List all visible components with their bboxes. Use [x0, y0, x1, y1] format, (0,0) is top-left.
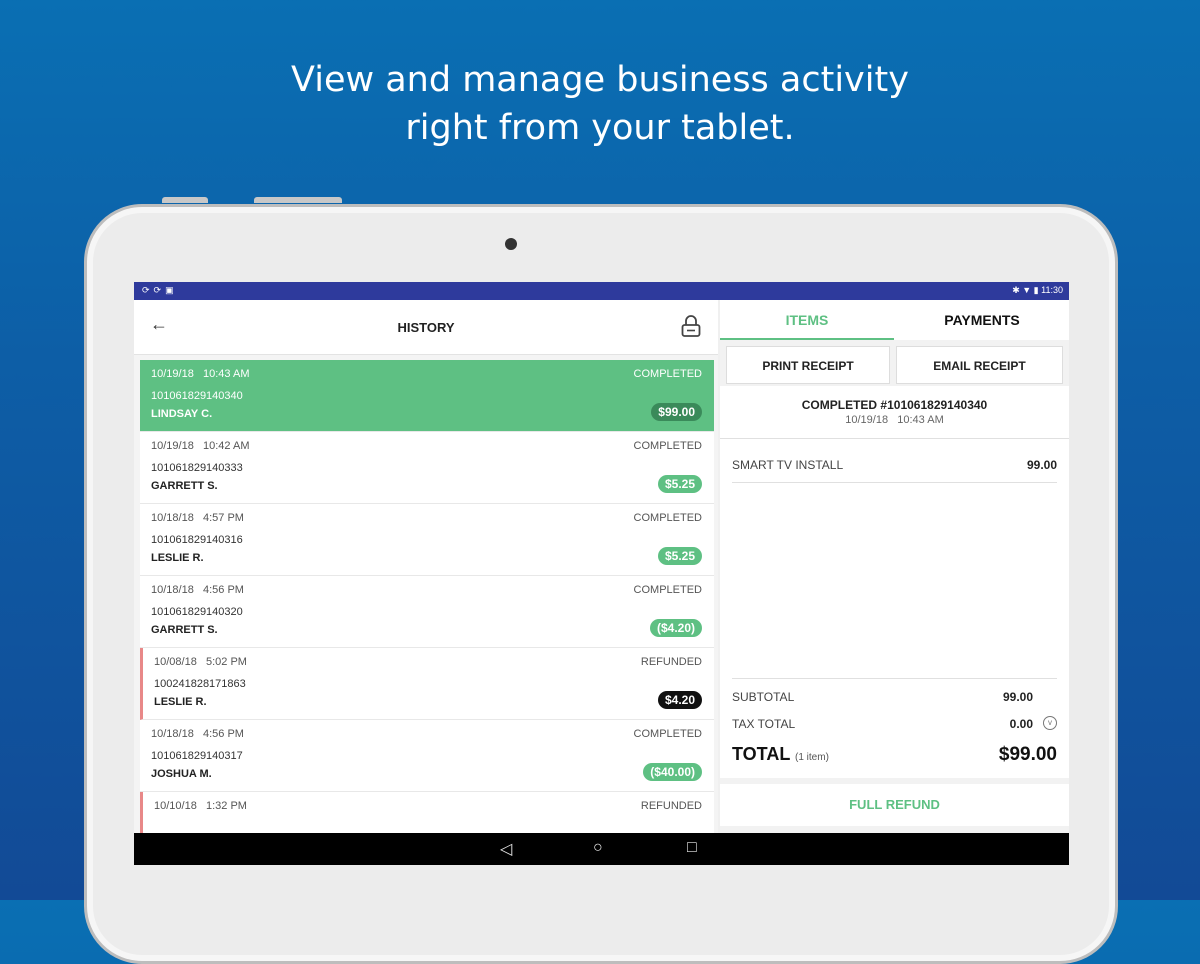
camera-icon [505, 238, 517, 250]
active-tab-indicator [720, 338, 894, 340]
full-refund-button[interactable]: FULL REFUND [720, 784, 1069, 826]
transaction-time: 10:42 AM [203, 440, 250, 452]
transaction-date: 10/10/18 [154, 800, 197, 812]
transaction-row[interactable]: 10/18/18 4:57 PM COMPLETED 101061829140316… [140, 504, 714, 576]
home-nav-icon[interactable]: ○ [593, 839, 603, 857]
transaction-time: 4:56 PM [203, 728, 244, 740]
divider [732, 482, 1057, 483]
tab-items[interactable]: ITEMS [720, 312, 894, 328]
transaction-datetime: 10/10/18 1:32 PM [154, 800, 247, 812]
transaction-status: COMPLETED [633, 368, 702, 380]
transaction-date: 10/18/18 [151, 728, 194, 740]
transaction-row[interactable]: 10/18/18 4:56 PM COMPLETED 101061829140320… [140, 576, 714, 648]
transaction-datetime: 10/19/18 10:42 AM [151, 440, 249, 452]
transaction-date: 10/19/18 [151, 440, 194, 452]
transaction-id: 101061829140316 [151, 534, 243, 546]
total-label-text: TOTAL [732, 744, 790, 764]
customer-name: LESLIE R. [154, 696, 207, 708]
transaction-status: COMPLETED [633, 440, 702, 452]
customer-name: LINDSAY C. [151, 408, 213, 420]
transaction-status: REFUNDED [640, 800, 702, 812]
transaction-time: 10:43 AM [203, 368, 250, 380]
line-item-value: 99.00 [1026, 458, 1057, 472]
amount-badge: $5.25 [657, 547, 702, 565]
transaction-status: COMPLETED [633, 728, 702, 740]
notification-icons: ⟳⟳▣ [142, 285, 178, 295]
status-icons: ✱ ▼ ▮ 11:30 [1012, 285, 1063, 295]
receipt-date: 10/19/18 10:43 AM [845, 414, 944, 426]
transaction-id: 101061829140317 [151, 750, 243, 762]
transaction-row[interactable]: 10/18/18 4:56 PM COMPLETED 101061829140317… [140, 720, 714, 792]
transaction-row[interactable]: 10/08/18 5:02 PM REFUNDED 100241828171863 L… [140, 648, 714, 720]
android-nav-bar: ◁ ○ □ [134, 833, 1069, 865]
tax-total-value: 0.00 [1009, 717, 1033, 731]
page-title: HISTORY [397, 320, 455, 335]
line-item-name: SMART TV INSTALL [732, 458, 844, 472]
transaction-datetime: 10/18/18 4:56 PM [151, 584, 244, 596]
headline: View and manage business activity right … [0, 56, 1200, 152]
divider [732, 678, 1057, 679]
transaction-detail-pane: ITEMS PAYMENTS PRINT RECEIPT EMAIL RECEI… [720, 300, 1069, 833]
amount-badge: $4.20 [657, 691, 702, 709]
history-header: ← HISTORY [134, 300, 718, 355]
chevron-down-icon[interactable]: v [1043, 716, 1057, 730]
customer-name: JOSHUA M. [151, 768, 212, 780]
amount-badge: $5.25 [657, 475, 702, 493]
transaction-id: 101061829140320 [151, 606, 243, 618]
subtotal-value: 99.00 [1002, 690, 1033, 704]
total-label: TOTAL (1 item) [732, 744, 829, 765]
transaction-time: 4:56 PM [203, 584, 244, 596]
transaction-date: 10/19/18 [151, 368, 194, 380]
power-button [254, 197, 342, 203]
customer-name: GARRETT S. [151, 480, 218, 492]
amount-badge: ($40.00) [643, 763, 702, 781]
transaction-status: COMPLETED [633, 512, 702, 524]
back-nav-icon[interactable]: ◁ [500, 839, 512, 859]
transaction-date: 10/18/18 [151, 584, 194, 596]
transaction-row[interactable]: 10/19/18 10:43 AM COMPLETED 10106182914034… [140, 360, 714, 432]
transaction-status: COMPLETED [633, 584, 702, 596]
transaction-status: REFUNDED [640, 656, 702, 668]
transaction-list: 10/19/18 10:43 AM COMPLETED 10106182914034… [140, 360, 714, 864]
divider [720, 438, 1069, 439]
lock-icon[interactable] [680, 314, 702, 338]
receipt-title: COMPLETED #101061829140340 [801, 398, 988, 412]
headline-line-2: right from your tablet. [405, 108, 795, 148]
transaction-time: 5:02 PM [206, 656, 247, 668]
email-receipt-button[interactable]: EMAIL RECEIPT [896, 346, 1063, 384]
transaction-id: 101061829140340 [151, 390, 243, 402]
tax-total-label: TAX TOTAL [732, 717, 796, 731]
volume-button [162, 197, 208, 203]
transaction-time: 4:57 PM [203, 512, 244, 524]
tab-payments[interactable]: PAYMENTS [895, 312, 1069, 328]
receipt-card: COMPLETED #101061829140340 10/19/18 10:4… [720, 386, 1069, 778]
subtotal-label: SUBTOTAL [732, 690, 795, 704]
total-item-count: (1 item) [795, 752, 829, 763]
detail-tabs: ITEMS PAYMENTS [720, 300, 1069, 340]
transaction-datetime: 10/18/18 4:56 PM [151, 728, 244, 740]
amount-badge: $99.00 [651, 403, 702, 421]
transaction-row[interactable]: 10/19/18 10:42 AM COMPLETED 10106182914033… [140, 432, 714, 504]
headline-line-1: View and manage business activity [291, 60, 909, 100]
customer-name: LESLIE R. [151, 552, 204, 564]
print-receipt-button[interactable]: PRINT RECEIPT [726, 346, 890, 384]
transaction-date: 10/08/18 [154, 656, 197, 668]
clock: 11:30 [1041, 285, 1063, 295]
tablet-screen: ⟳⟳▣ ✱ ▼ ▮ 11:30 ← HISTORY 10/19/18 10:43… [134, 282, 1069, 865]
transaction-id: 100241828171863 [154, 678, 246, 690]
transaction-datetime: 10/18/18 4:57 PM [151, 512, 244, 524]
transaction-datetime: 10/19/18 10:43 AM [151, 368, 249, 380]
transaction-time: 1:32 PM [206, 800, 247, 812]
recents-nav-icon[interactable]: □ [687, 839, 697, 857]
amount-badge: ($4.20) [649, 619, 702, 637]
history-pane: ← HISTORY 10/19/18 10:43 AM COMPLETED 1010… [134, 300, 718, 864]
customer-name: GARRETT S. [151, 624, 218, 636]
transaction-id: 101061829140333 [151, 462, 243, 474]
android-status-bar: ⟳⟳▣ ✱ ▼ ▮ 11:30 [134, 282, 1069, 300]
total-value: $99.00 [998, 744, 1057, 765]
transaction-date: 10/18/18 [151, 512, 194, 524]
transaction-datetime: 10/08/18 5:02 PM [154, 656, 247, 668]
